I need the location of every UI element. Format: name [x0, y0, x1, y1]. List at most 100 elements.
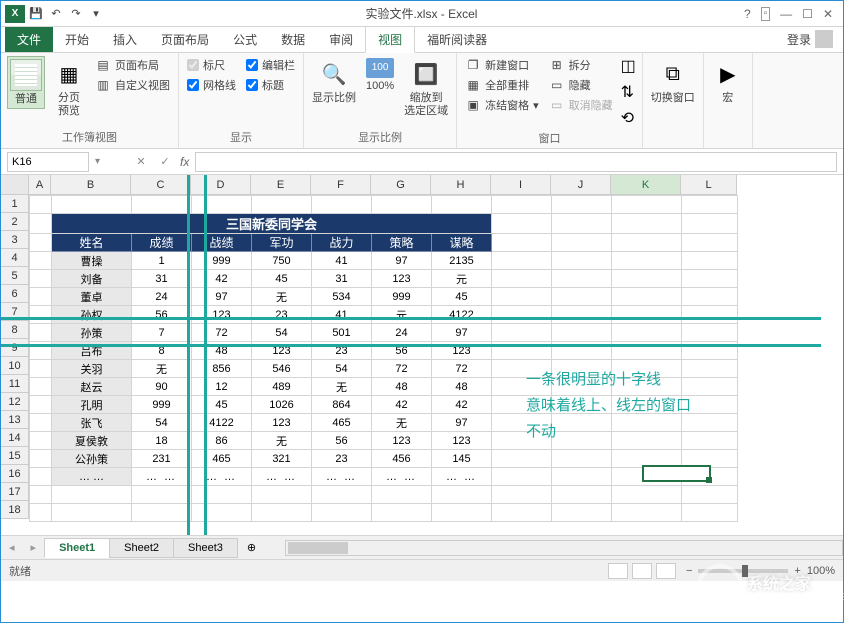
cell[interactable]: 元	[372, 306, 432, 324]
cell[interactable]	[682, 270, 738, 288]
cell[interactable]	[552, 288, 612, 306]
view-normal-status-icon[interactable]	[608, 563, 628, 579]
cell[interactable]: … …	[192, 468, 252, 486]
cell[interactable]: … …	[312, 468, 372, 486]
cell[interactable]	[682, 306, 738, 324]
cell[interactable]: 41	[312, 306, 372, 324]
cell[interactable]: 145	[432, 450, 492, 468]
column-header-F[interactable]: F	[311, 175, 371, 195]
cell[interactable]: 23	[312, 342, 372, 360]
cell[interactable]	[30, 252, 52, 270]
cell[interactable]: 56	[372, 342, 432, 360]
cell[interactable]	[552, 234, 612, 252]
row-header-17[interactable]: 17	[1, 483, 29, 501]
cell[interactable]	[552, 450, 612, 468]
formula-bar-checkbox[interactable]: 编辑栏	[244, 56, 297, 74]
cell[interactable]	[552, 504, 612, 522]
cell[interactable]: 军功	[252, 234, 312, 252]
namebox-dropdown-icon[interactable]: ▾	[95, 156, 100, 167]
cell[interactable]	[682, 486, 738, 504]
cell[interactable]	[492, 252, 552, 270]
cell[interactable]: 无	[252, 288, 312, 306]
cell[interactable]	[192, 486, 252, 504]
cell[interactable]	[30, 234, 52, 252]
cell[interactable]: 42	[192, 270, 252, 288]
cell[interactable]	[612, 214, 682, 234]
cell[interactable]	[682, 468, 738, 486]
cell[interactable]	[682, 214, 738, 234]
cell[interactable]: 856	[192, 360, 252, 378]
save-icon[interactable]: 💾	[27, 5, 45, 23]
zoom-in-icon[interactable]: +	[794, 565, 800, 577]
cell[interactable]	[492, 270, 552, 288]
zoom-slider[interactable]	[698, 569, 788, 573]
cell[interactable]: 750	[252, 252, 312, 270]
cell[interactable]: 48	[192, 342, 252, 360]
cell[interactable]: 45	[432, 288, 492, 306]
sync-scroll-icon[interactable]: ⇅	[621, 82, 636, 102]
cell[interactable]: 孙策	[52, 324, 132, 342]
cell[interactable]: 54	[132, 414, 192, 432]
cell[interactable]	[132, 486, 192, 504]
sheet-tab-2[interactable]: Sheet2	[109, 538, 174, 558]
cell[interactable]	[30, 214, 52, 234]
cell[interactable]: 24	[132, 288, 192, 306]
cell[interactable]	[492, 306, 552, 324]
zoom-100-button[interactable]: 100100%	[364, 56, 396, 95]
cell[interactable]: 72	[192, 324, 252, 342]
enter-formula-icon[interactable]: ✓	[156, 153, 174, 171]
cell[interactable]	[30, 486, 52, 504]
cell[interactable]: 321	[252, 450, 312, 468]
row-header-14[interactable]: 14	[1, 429, 29, 447]
cell[interactable]: 45	[252, 270, 312, 288]
cell[interactable]: 赵云	[52, 378, 132, 396]
row-header-11[interactable]: 11	[1, 375, 29, 393]
page-break-preview-button[interactable]: ▦分页 预览	[51, 56, 87, 120]
formula-bar[interactable]	[195, 152, 837, 172]
cell[interactable]: 元	[432, 270, 492, 288]
cell[interactable]: 41	[312, 252, 372, 270]
cell[interactable]	[492, 342, 552, 360]
cell[interactable]	[492, 324, 552, 342]
minimize-icon[interactable]: —	[780, 7, 792, 21]
cell[interactable]: 关羽	[52, 360, 132, 378]
cell[interactable]	[30, 432, 52, 450]
cell[interactable]	[552, 306, 612, 324]
cell[interactable]: 12	[192, 378, 252, 396]
row-header-8[interactable]: 8	[1, 321, 29, 339]
tab-view[interactable]: 视图	[365, 26, 415, 53]
split-button[interactable]: ⊞拆分	[547, 56, 615, 74]
cell[interactable]: 123	[432, 432, 492, 450]
cell[interactable]	[612, 324, 682, 342]
close-icon[interactable]: ✕	[823, 7, 833, 21]
cell[interactable]: 465	[192, 450, 252, 468]
cell[interactable]: 231	[132, 450, 192, 468]
ribbon-options-icon[interactable]: ▫	[761, 7, 771, 21]
cell[interactable]: 8	[132, 342, 192, 360]
row-header-9[interactable]: 9	[1, 339, 29, 357]
cell[interactable]: 864	[312, 396, 372, 414]
cell[interactable]	[492, 214, 552, 234]
tab-data[interactable]: 数据	[269, 27, 317, 52]
cell[interactable]: 23	[312, 450, 372, 468]
row-header-3[interactable]: 3	[1, 231, 29, 249]
cell[interactable]	[682, 234, 738, 252]
cell[interactable]	[192, 504, 252, 522]
sheet-tab-3[interactable]: Sheet3	[173, 538, 238, 558]
cell[interactable]	[682, 196, 738, 214]
cell[interactable]: 54	[312, 360, 372, 378]
cell[interactable]	[492, 450, 552, 468]
cell[interactable]: 刘备	[52, 270, 132, 288]
cell[interactable]: 501	[312, 324, 372, 342]
cell[interactable]	[492, 288, 552, 306]
select-all-corner[interactable]	[1, 175, 29, 195]
cell[interactable]	[492, 234, 552, 252]
cell[interactable]	[682, 288, 738, 306]
cell[interactable]	[432, 486, 492, 504]
view-break-status-icon[interactable]	[656, 563, 676, 579]
cell[interactable]: 534	[312, 288, 372, 306]
cell[interactable]	[30, 342, 52, 360]
cell[interactable]	[552, 214, 612, 234]
cell[interactable]	[30, 288, 52, 306]
cell[interactable]: 56	[312, 432, 372, 450]
